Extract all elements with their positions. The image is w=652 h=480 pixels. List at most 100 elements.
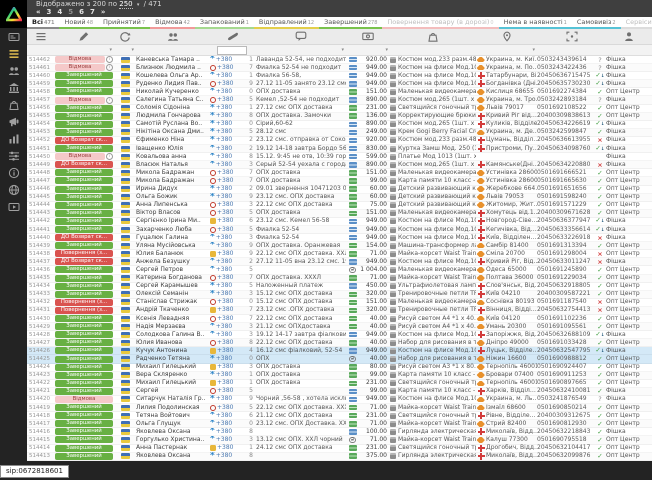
page-button-3[interactable]: 3	[47, 8, 52, 17]
order-status-badge[interactable]: Завершений	[55, 380, 113, 387]
client-phone-cell[interactable]: +380	[210, 387, 243, 395]
client-phone-cell[interactable]: *+380	[210, 258, 243, 266]
client-phone-cell[interactable]: *+380	[210, 88, 243, 96]
order-status-badge[interactable]: Завершений	[55, 445, 113, 452]
order-status-badge[interactable]: Завершений	[55, 412, 113, 419]
order-status-badge[interactable]: Повернення (з...	[55, 307, 113, 314]
order-status-badge[interactable]: Завершений	[55, 202, 113, 209]
client-phone-cell[interactable]: *+380	[210, 395, 243, 403]
client-phone-cell[interactable]: *+380	[210, 153, 243, 161]
order-status-badge[interactable]: Завершений	[55, 404, 113, 411]
sidebar-item-clients[interactable]	[0, 62, 27, 79]
client-phone-cell[interactable]: *+380	[210, 452, 243, 460]
sidebar-item-info[interactable]	[0, 164, 27, 181]
order-status-badge[interactable]: Повернення (з...	[55, 299, 113, 306]
sidebar-item-settings-sliders[interactable]	[0, 147, 27, 164]
client-phone-cell[interactable]: *+380	[210, 128, 243, 136]
page-button-4[interactable]: 4	[57, 8, 62, 17]
order-status-badge[interactable]: Завершений	[55, 218, 113, 225]
order-status-badge[interactable]: Завершений	[55, 226, 113, 233]
client-phone-cell[interactable]: +380	[210, 347, 243, 355]
tab-відправлений[interactable]: Відправлений12	[254, 17, 319, 29]
client-phone-cell[interactable]: *+380	[210, 371, 243, 379]
order-status-badge[interactable]: Завершений	[55, 331, 113, 338]
column-header-barcode-scan[interactable]	[537, 29, 606, 44]
tab-запакований[interactable]: Запакований1	[195, 17, 254, 29]
tab-самовивіз[interactable]: Самовивіз2	[572, 17, 621, 29]
order-status-badge[interactable]: Завершений	[55, 339, 113, 346]
client-phone-cell[interactable]: *+380	[210, 72, 243, 80]
order-status-badge[interactable]: ДО Возврат ск...	[55, 161, 113, 168]
order-status-badge[interactable]: ДО Возврат ск...	[55, 234, 113, 241]
order-status-badge[interactable]: Завершений	[55, 364, 113, 371]
order-status-badge[interactable]: Завершений	[55, 242, 113, 249]
column-header-refresh[interactable]	[114, 29, 136, 44]
client-phone-cell[interactable]: *+380	[210, 161, 243, 169]
client-phone-cell[interactable]: +380	[210, 444, 243, 452]
phone-filter-input[interactable]	[217, 46, 247, 55]
order-status-badge[interactable]: Завершений	[55, 105, 113, 112]
client-phone-cell[interactable]: *+380	[210, 193, 243, 201]
client-phone-cell[interactable]: +380	[210, 64, 243, 72]
order-status-badge[interactable]: Завершений	[55, 275, 113, 282]
column-header-users[interactable]	[136, 29, 210, 44]
page-button-7[interactable]: 7	[90, 8, 95, 17]
client-phone-cell[interactable]: +380	[210, 177, 243, 185]
order-status-badge[interactable]: Завершений	[55, 113, 113, 120]
tab-повернення-товару-в-дорозі-[interactable]: Повернення товару (в дорозі)0	[382, 17, 498, 29]
column-header-phone[interactable]	[210, 29, 256, 44]
order-status-badge[interactable]: Завершений	[55, 323, 113, 330]
status-info-icon[interactable]: i	[106, 64, 113, 71]
sidebar-item-video-tutorial[interactable]	[0, 198, 27, 215]
client-phone-cell[interactable]: +380	[210, 80, 243, 88]
sidebar-item-products-bag[interactable]	[0, 96, 27, 113]
client-phone-cell[interactable]: *+380	[210, 112, 243, 120]
client-phone-cell[interactable]: +380	[210, 339, 243, 347]
client-phone-cell[interactable]: +380	[210, 96, 243, 104]
order-status-badge[interactable]: Завершений	[55, 372, 113, 379]
client-phone-cell[interactable]: *+380	[210, 355, 243, 363]
page-button-6[interactable]: 6	[79, 8, 84, 17]
order-status-badge[interactable]: Завершений	[55, 194, 113, 201]
column-header-person[interactable]	[606, 29, 651, 44]
status-info-icon[interactable]: i	[106, 153, 113, 160]
filter-dropdown-caret-icon[interactable]: ▾	[385, 47, 388, 53]
client-phone-cell[interactable]: *+380	[210, 331, 243, 339]
order-status-badge[interactable]: Завершений	[55, 315, 113, 322]
order-status-badge[interactable]: Відмова	[55, 153, 105, 160]
order-status-badge[interactable]: Завершений	[55, 420, 113, 427]
column-header-location-pin[interactable]	[476, 29, 537, 44]
client-phone-cell[interactable]: +380	[210, 217, 243, 225]
client-phone-cell[interactable]: *+380	[210, 420, 243, 428]
order-status-badge[interactable]: Завершений	[55, 186, 113, 193]
column-header-list-numbers[interactable]	[27, 29, 54, 44]
client-phone-cell[interactable]: *+380	[210, 185, 243, 193]
client-phone-cell[interactable]: *+380	[210, 323, 243, 331]
sidebar-item-stats-chart[interactable]	[0, 130, 27, 147]
client-phone-cell[interactable]: +380	[210, 363, 243, 371]
filter-dropdown-caret-icon[interactable]: ▾	[109, 47, 112, 53]
order-status-badge[interactable]: Завершений	[55, 210, 113, 217]
client-phone-cell[interactable]: *+380	[210, 428, 243, 436]
filter-dropdown-caret-icon[interactable]: ▾	[532, 47, 535, 53]
order-status-badge[interactable]: Завершений	[55, 266, 113, 273]
client-phone-cell[interactable]: *+380	[210, 145, 243, 153]
client-phone-cell[interactable]: *+380	[210, 234, 243, 242]
column-header-comment-bubble[interactable]	[256, 29, 346, 44]
status-info-icon[interactable]: i	[106, 56, 113, 63]
order-status-badge[interactable]: Завершений	[55, 291, 113, 298]
order-status-badge[interactable]: Відмова	[55, 97, 105, 104]
order-status-badge[interactable]: Завершений	[55, 436, 113, 443]
client-phone-cell[interactable]: *+380	[210, 266, 243, 274]
order-status-badge[interactable]: Завершений	[55, 80, 113, 87]
sidebar-item-dashboard-card[interactable]	[0, 28, 27, 45]
client-phone-cell[interactable]: +380	[210, 306, 243, 314]
order-status-badge[interactable]: ДО Возврат ск...	[55, 258, 113, 265]
client-phone-cell[interactable]: *+380	[210, 290, 243, 298]
client-phone-cell[interactable]: +380	[210, 201, 243, 209]
order-status-badge[interactable]: Завершений	[55, 121, 113, 128]
order-status-badge[interactable]: Завершений	[55, 388, 113, 395]
client-phone-cell[interactable]: +380	[210, 404, 243, 412]
status-info-icon[interactable]: i	[106, 97, 113, 104]
column-header-money[interactable]	[346, 29, 390, 44]
